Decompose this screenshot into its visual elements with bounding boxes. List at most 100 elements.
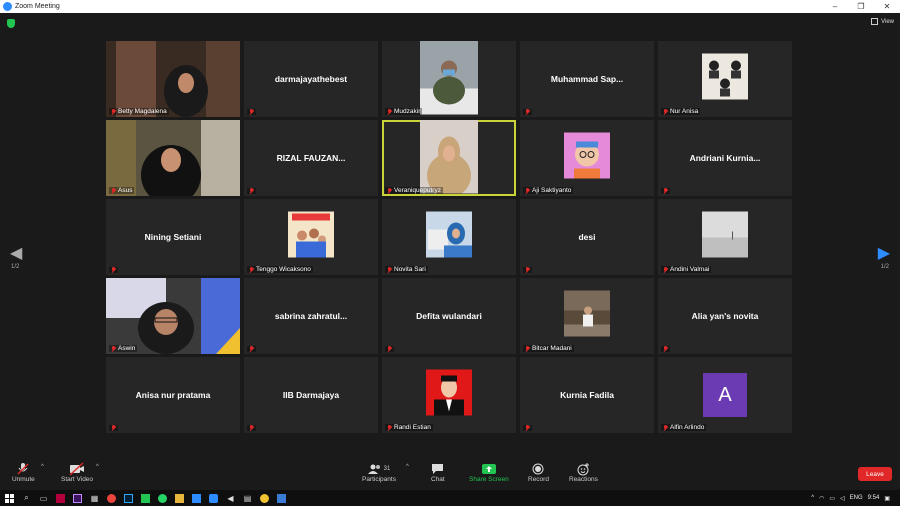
participant-name: Aji Saktiyanto bbox=[532, 187, 572, 194]
participant-tile[interactable]: Nur Anisa bbox=[658, 41, 792, 117]
participant-tile[interactable]: Kurnia Fadila bbox=[520, 357, 654, 433]
clock[interactable]: 9:54 bbox=[868, 495, 880, 501]
participant-label: Novita Sari bbox=[385, 266, 428, 273]
media-icon[interactable]: ◀ bbox=[226, 494, 235, 503]
participant-tile[interactable]: desi bbox=[520, 199, 654, 275]
participant-name: Bitcar Madani bbox=[532, 345, 572, 352]
store-icon[interactable] bbox=[192, 493, 201, 503]
whatsapp-icon[interactable] bbox=[158, 493, 167, 503]
participant-name: Betty Magdalena bbox=[118, 108, 167, 115]
chat-button[interactable]: Chat bbox=[431, 462, 445, 483]
leave-button[interactable]: Leave bbox=[858, 467, 892, 481]
participant-tile[interactable]: Andini Valmai bbox=[658, 199, 792, 275]
participant-tile[interactable]: Veraniqueputryz bbox=[382, 120, 516, 196]
participants-caret-icon[interactable]: ^ bbox=[406, 464, 409, 470]
participant-tile[interactable]: Muhammad Sap... bbox=[520, 41, 654, 117]
participant-tile[interactable]: Bitcar Madani bbox=[520, 278, 654, 354]
mic-muted-icon bbox=[111, 267, 116, 273]
start-video-label: Start Video bbox=[61, 476, 94, 483]
participant-tile[interactable]: A Alfin Arlindo bbox=[658, 357, 792, 433]
record-icon bbox=[532, 462, 544, 476]
close-button[interactable]: ✕ bbox=[874, 0, 900, 13]
reactions-button[interactable]: Reactions bbox=[569, 462, 598, 483]
participant-video bbox=[702, 211, 748, 263]
participant-tile[interactable]: Novita Sari bbox=[382, 199, 516, 275]
search-icon[interactable]: ⌕ bbox=[22, 493, 31, 503]
participant-label bbox=[385, 346, 394, 352]
mic-muted-icon bbox=[249, 266, 254, 273]
zoom-taskbar-icon[interactable] bbox=[209, 493, 218, 503]
mic-muted-icon bbox=[663, 188, 668, 194]
participant-label bbox=[661, 188, 670, 194]
mic-muted-icon bbox=[249, 188, 254, 194]
participant-tile[interactable]: Randi Estian bbox=[382, 357, 516, 433]
participant-tile[interactable]: Aswin bbox=[106, 278, 240, 354]
premiere-icon[interactable] bbox=[73, 493, 82, 503]
photoshop-icon[interactable] bbox=[124, 493, 133, 503]
video-options-caret-icon[interactable]: ^ bbox=[96, 464, 99, 470]
audio-options-caret-icon[interactable]: ^ bbox=[41, 464, 44, 470]
participant-name-large: darmajayathebest bbox=[274, 74, 348, 84]
app-red-icon[interactable] bbox=[56, 493, 65, 503]
participant-name: Nur Anisa bbox=[670, 108, 699, 115]
participant-tile[interactable]: Alia yan's novita bbox=[658, 278, 792, 354]
participant-tile[interactable]: Mudzakir bbox=[382, 41, 516, 117]
file-explorer-icon[interactable] bbox=[175, 493, 184, 503]
participant-tile[interactable]: Nining Setiani bbox=[106, 199, 240, 275]
participant-name-large: sabrina zahratul... bbox=[274, 311, 348, 321]
participant-tile[interactable]: Tenggo Wicaksono bbox=[244, 199, 378, 275]
battery-icon[interactable]: ▭ bbox=[829, 495, 835, 502]
participant-tile[interactable]: Defita wulandari bbox=[382, 278, 516, 354]
view-label: View bbox=[881, 18, 894, 25]
mic-muted-icon bbox=[387, 187, 392, 194]
participant-tile[interactable]: darmajayathebest bbox=[244, 41, 378, 117]
maximize-button[interactable]: ❐ bbox=[848, 0, 874, 13]
participant-tile[interactable]: RIZAL FAUZAN... bbox=[244, 120, 378, 196]
phone-app-icon[interactable] bbox=[141, 493, 150, 503]
word-icon[interactable]: ▦ bbox=[90, 494, 99, 503]
text-editor-icon[interactable]: ▤ bbox=[243, 494, 252, 503]
start-video-button[interactable]: Start Video bbox=[61, 462, 93, 483]
chrome-icon[interactable] bbox=[107, 493, 116, 503]
participant-name: Andini Valmai bbox=[670, 266, 710, 273]
participants-button[interactable]: 31 Participants bbox=[362, 462, 396, 483]
participant-label bbox=[247, 188, 256, 194]
app-blue-icon[interactable] bbox=[277, 493, 286, 503]
participant-tile[interactable]: Anisa nur pratama bbox=[106, 357, 240, 433]
network-icon[interactable]: ◠ bbox=[819, 495, 824, 502]
app-yellow-icon[interactable] bbox=[260, 493, 269, 503]
task-view-icon[interactable]: ▭ bbox=[39, 494, 48, 503]
participant-name-large: Alia yan's novita bbox=[691, 311, 759, 321]
participant-video bbox=[426, 211, 472, 263]
participant-label bbox=[523, 425, 532, 431]
next-page-arrow-icon[interactable]: ▶ bbox=[878, 243, 890, 263]
participant-label: Randi Estian bbox=[385, 424, 433, 431]
previous-page-arrow-icon[interactable]: ◀ bbox=[10, 243, 22, 263]
participant-name: Aswin bbox=[118, 345, 136, 352]
participant-tile[interactable]: sabrina zahratul... bbox=[244, 278, 378, 354]
participant-tile[interactable]: Asus bbox=[106, 120, 240, 196]
notifications-icon[interactable]: ▣ bbox=[884, 495, 890, 502]
unmute-button[interactable]: Unmute bbox=[12, 462, 35, 483]
view-button[interactable]: View bbox=[871, 18, 894, 25]
share-screen-button[interactable]: Share Screen bbox=[469, 462, 509, 483]
volume-icon[interactable]: ◁ bbox=[840, 495, 845, 502]
security-shield-icon[interactable] bbox=[7, 19, 15, 28]
participant-tile[interactable]: Betty Magdalena bbox=[106, 41, 240, 117]
participant-tile[interactable]: Andriani Kurnia... bbox=[658, 120, 792, 196]
grid-icon bbox=[871, 18, 879, 25]
participant-tile[interactable]: Aji Saktiyanto bbox=[520, 120, 654, 196]
windows-start-icon[interactable] bbox=[5, 493, 14, 503]
participant-video bbox=[426, 369, 472, 421]
participant-tile[interactable]: IIB Darmajaya bbox=[244, 357, 378, 433]
minimize-button[interactable]: – bbox=[822, 0, 848, 13]
record-button[interactable]: Record bbox=[528, 462, 549, 483]
tray-chevron-icon[interactable]: ^ bbox=[811, 495, 814, 501]
mic-muted-icon bbox=[663, 266, 668, 273]
participant-name-large: IIB Darmajaya bbox=[282, 390, 340, 400]
mic-muted-icon bbox=[111, 425, 116, 431]
participant-video bbox=[420, 120, 478, 196]
language-indicator[interactable]: ENG bbox=[850, 495, 863, 501]
participant-name: Veraniqueputryz bbox=[394, 187, 441, 194]
unmute-label: Unmute bbox=[12, 476, 35, 483]
